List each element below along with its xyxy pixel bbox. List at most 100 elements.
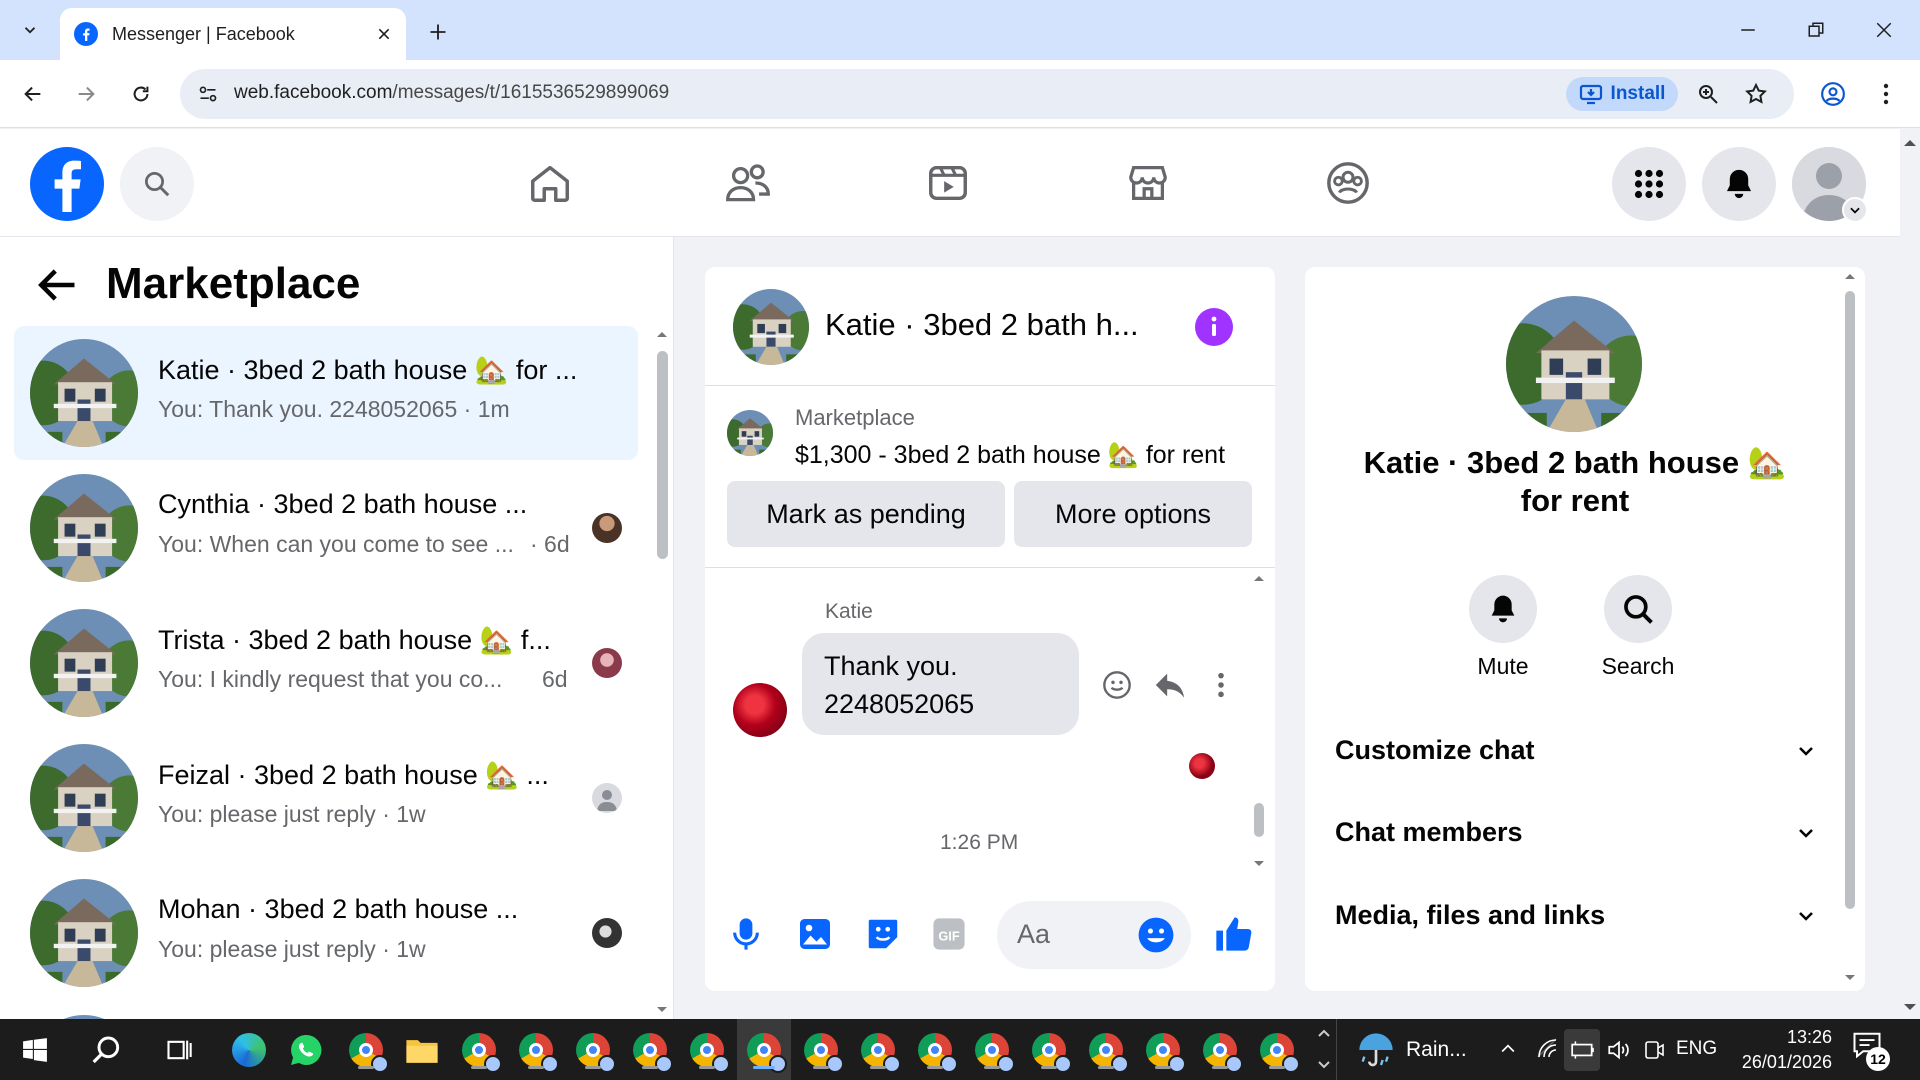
- chrome-taskbar-button[interactable]: [686, 1029, 730, 1073]
- mute-button[interactable]: [1469, 575, 1537, 643]
- emoji-icon[interactable]: [1137, 916, 1175, 954]
- conversation-list-scrollbar[interactable]: [657, 351, 668, 559]
- chrome-taskbar-button[interactable]: [345, 1029, 389, 1073]
- message-input[interactable]: Aa: [997, 901, 1191, 969]
- new-tab-button[interactable]: [420, 14, 456, 50]
- sender-avatar[interactable]: [733, 683, 787, 737]
- chrome-taskbar-button[interactable]: [1256, 1029, 1300, 1073]
- start-button[interactable]: [14, 1029, 56, 1071]
- profile-avatar[interactable]: [1506, 296, 1642, 432]
- chrome-taskbar-button[interactable]: [458, 1029, 502, 1073]
- nav-video[interactable]: [918, 153, 978, 213]
- conversation-item[interactable]: Feizal · 3bed 2 bath house 🏡 ... You: pl…: [14, 731, 638, 865]
- install-app-button[interactable]: Install: [1566, 77, 1678, 111]
- close-tab-icon[interactable]: [376, 26, 392, 42]
- site-settings-icon[interactable]: [198, 84, 218, 104]
- sticker-icon[interactable]: [864, 915, 902, 953]
- input-language[interactable]: ENG: [1676, 1038, 1717, 1060]
- back-arrow-icon[interactable]: [36, 267, 78, 303]
- bookmark-star-icon[interactable]: [1744, 82, 1768, 106]
- microphone-icon[interactable]: [729, 915, 763, 953]
- page-scroll-down-icon[interactable]: [1900, 1000, 1920, 1014]
- scroll-up-icon[interactable]: [1842, 271, 1858, 281]
- address-bar[interactable]: web.facebook.com/messages/t/161553652989…: [180, 69, 1794, 119]
- account-dropdown-button[interactable]: [1842, 197, 1868, 223]
- nav-friends[interactable]: [718, 153, 778, 213]
- facebook-logo-icon[interactable]: [30, 147, 104, 221]
- chrome-taskbar-button[interactable]: [515, 1029, 559, 1073]
- conversation-item[interactable]: Katie · 3bed 2 bath house 🏡 for ... You:…: [14, 326, 638, 460]
- conversation-item[interactable]: Mohan · 3bed 2 bath house ... You: pleas…: [14, 866, 638, 1000]
- scroll-up-icon[interactable]: [1251, 573, 1267, 583]
- network-icon[interactable]: [1536, 1037, 1560, 1061]
- photo-icon[interactable]: [797, 915, 833, 953]
- taskbar-scroll-down-icon[interactable]: [1316, 1059, 1332, 1071]
- back-button[interactable]: [12, 73, 54, 115]
- info-panel-scrollbar[interactable]: [1845, 291, 1855, 909]
- scroll-down-icon[interactable]: [654, 1005, 670, 1015]
- chrome-taskbar-button[interactable]: [629, 1029, 673, 1073]
- chrome-taskbar-button[interactable]: [971, 1029, 1015, 1073]
- message-more-icon[interactable]: [1217, 671, 1225, 699]
- reload-button[interactable]: [120, 73, 162, 115]
- battery-icon[interactable]: [1570, 1038, 1596, 1062]
- scroll-down-icon[interactable]: [1251, 859, 1267, 869]
- chat-scrollbar[interactable]: [1254, 803, 1264, 837]
- scroll-up-icon[interactable]: [654, 329, 670, 339]
- search-conversation-button[interactable]: [1604, 575, 1672, 643]
- search-taskbar-button[interactable]: [86, 1029, 128, 1071]
- file-explorer-taskbar-button[interactable]: [401, 1029, 443, 1071]
- reply-icon[interactable]: [1153, 669, 1187, 701]
- chrome-taskbar-button[interactable]: [800, 1029, 844, 1073]
- chrome-taskbar-button[interactable]: [1142, 1029, 1186, 1073]
- nav-home[interactable]: [520, 153, 580, 213]
- forward-button[interactable]: [65, 73, 107, 115]
- chrome-taskbar-button[interactable]: [857, 1029, 901, 1073]
- customize-chat-section[interactable]: Customize chat: [1335, 735, 1815, 766]
- menu-button[interactable]: [1612, 147, 1686, 221]
- minimize-button[interactable]: [1718, 8, 1778, 52]
- notification-center-button[interactable]: 12: [1852, 1031, 1892, 1071]
- show-hidden-icons-icon[interactable]: [1498, 1039, 1518, 1059]
- whatsapp-taskbar-button[interactable]: [285, 1029, 327, 1071]
- nav-marketplace[interactable]: [1118, 153, 1178, 213]
- page-scroll-up-icon[interactable]: [1900, 136, 1920, 150]
- chat-avatar[interactable]: [733, 289, 809, 365]
- chrome-taskbar-button[interactable]: [572, 1029, 616, 1073]
- zoom-icon[interactable]: [1696, 82, 1720, 106]
- message-bubble[interactable]: Thank you. 2248052065: [802, 633, 1079, 735]
- react-emoji-icon[interactable]: [1101, 669, 1133, 701]
- listing-thumbnail[interactable]: [727, 410, 773, 456]
- gif-icon[interactable]: GIF: [932, 917, 966, 951]
- listing-title[interactable]: $1,300 - 3bed 2 bath house 🏡 for rent: [795, 441, 1225, 470]
- chrome-taskbar-button[interactable]: [1199, 1029, 1243, 1073]
- browser-tab-messenger[interactable]: Messenger | Facebook: [60, 8, 406, 60]
- mark-as-pending-button[interactable]: Mark as pending: [727, 481, 1005, 547]
- url-text[interactable]: web.facebook.com/messages/t/161553652989…: [234, 82, 669, 104]
- chrome-taskbar-button[interactable]: [914, 1029, 958, 1073]
- clock[interactable]: 13:26 26/01/2026: [1730, 1025, 1832, 1075]
- media-files-links-section[interactable]: Media, files and links: [1335, 900, 1815, 931]
- task-view-button[interactable]: [158, 1029, 200, 1071]
- chat-info-button[interactable]: [1195, 308, 1233, 346]
- conversation-item[interactable]: Cynthia · 3bed 2 bath house ... You: Whe…: [14, 461, 638, 595]
- more-options-button[interactable]: More options: [1014, 481, 1252, 547]
- chrome-taskbar-button[interactable]: [1085, 1029, 1129, 1073]
- close-window-button[interactable]: [1854, 8, 1914, 52]
- edge-taskbar-button[interactable]: [228, 1029, 270, 1071]
- chat-members-section[interactable]: Chat members: [1335, 817, 1815, 848]
- restore-button[interactable]: [1786, 8, 1846, 52]
- profile-button[interactable]: [1812, 73, 1854, 115]
- weather-widget[interactable]: Rain...: [1356, 1029, 1467, 1071]
- conversation-item[interactable]: Trista · 3bed 2 bath house 🏡 f... You: I…: [14, 596, 638, 730]
- chrome-taskbar-button[interactable]: [1028, 1029, 1072, 1073]
- scroll-down-icon[interactable]: [1842, 973, 1858, 983]
- camera-status-icon[interactable]: [1642, 1037, 1666, 1063]
- chrome-taskbar-button-active[interactable]: [743, 1029, 787, 1073]
- notifications-button[interactable]: [1702, 147, 1776, 221]
- taskbar-scroll-up-icon[interactable]: [1316, 1027, 1332, 1039]
- nav-groups[interactable]: [1318, 153, 1378, 213]
- thumbs-up-icon[interactable]: [1213, 913, 1253, 955]
- volume-icon[interactable]: [1606, 1037, 1632, 1063]
- tab-search-button[interactable]: [12, 12, 48, 48]
